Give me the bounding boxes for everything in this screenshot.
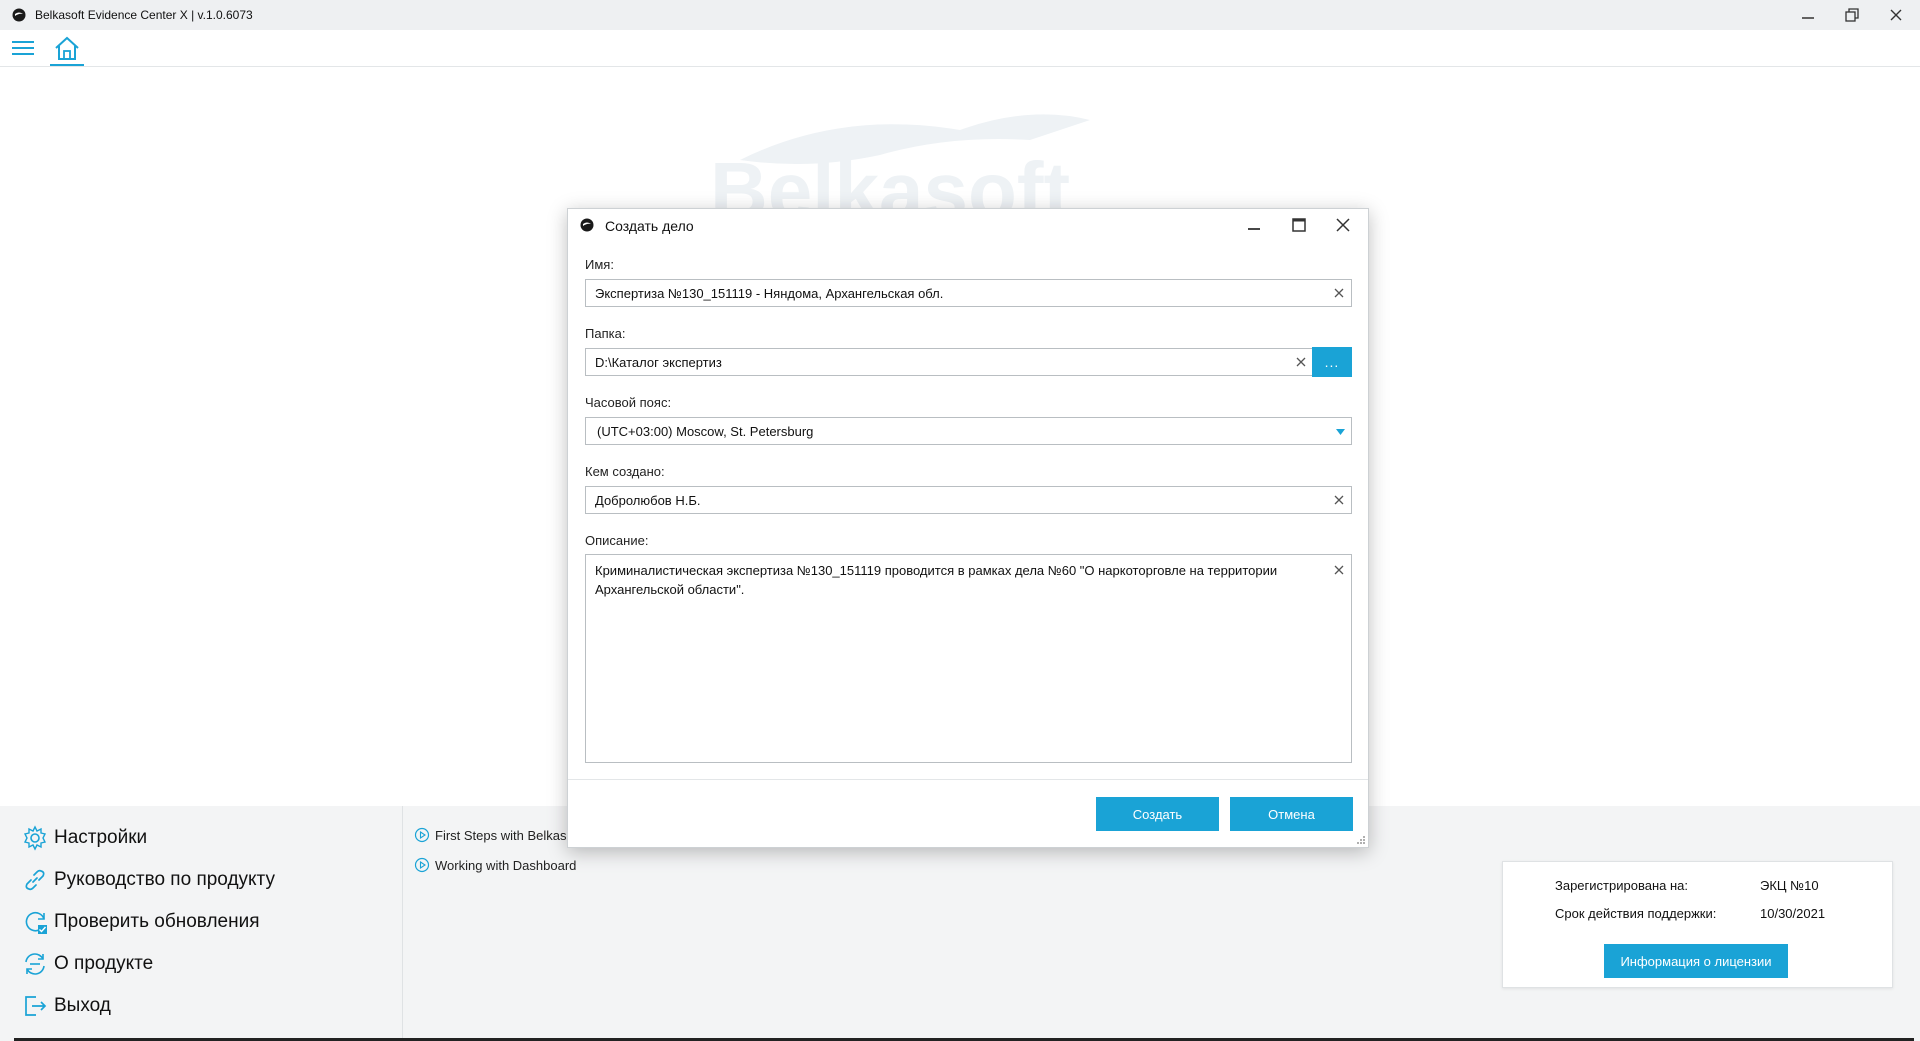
play-circle-icon (414, 827, 430, 843)
window-title: Belkasoft Evidence Center X | v.1.0.6073 (35, 8, 253, 22)
guide-item-label: Working with Dashboard (435, 857, 577, 873)
menu-item-exit[interactable]: Выход (22, 990, 111, 1022)
minimize-icon (1248, 228, 1260, 230)
chevron-down-icon (1336, 429, 1345, 435)
guides-list: First Steps with Belkasoft Working with … (414, 820, 581, 880)
belkasoft-logo-icon (12, 8, 26, 27)
created-by-value: Добролюбов Н.Б. (595, 493, 701, 508)
close-icon (1336, 218, 1350, 232)
description-value: Криминалистическая экспертиза №130_15111… (595, 563, 1278, 597)
guide-item-label: First Steps with Belkasoft (435, 827, 581, 843)
menu-item-label: Проверить обновления (54, 911, 260, 932)
create-button[interactable]: Создать (1096, 797, 1219, 831)
support-value: 10/30/2021 (1760, 906, 1826, 921)
folder-value: D:\Каталог экспертиз (595, 355, 722, 370)
case-name-value: Экспертиза №130_151119 - Няндома, Арханг… (595, 286, 944, 301)
timezone-label: Часовой пояс: (585, 395, 672, 410)
home-tab[interactable] (50, 34, 84, 66)
menu-item-about[interactable]: О продукте (22, 948, 153, 980)
menu-item-check-updates[interactable]: Проверить обновления (22, 906, 260, 938)
name-label: Имя: (585, 257, 614, 272)
close-icon (1890, 9, 1902, 21)
created-by-label: Кем создано: (585, 464, 665, 479)
menu-item-label: Настройки (54, 827, 148, 848)
menu-item-label: Руководство по продукту (54, 869, 275, 890)
link-icon (25, 869, 45, 891)
registered-label: Зарегистрирована на: (1555, 878, 1688, 893)
hamburger-icon (12, 41, 34, 55)
clear-icon[interactable] (1294, 355, 1308, 369)
home-icon (55, 36, 79, 60)
license-info-box: Зарегистрирована на: ЭКЦ №10 Срок действ… (1502, 861, 1893, 988)
dialog-titlebar[interactable]: Создать дело (568, 209, 1368, 241)
timezone-select[interactable]: (UTC+03:00) Moscow, St. Petersburg (585, 417, 1352, 445)
created-by-field[interactable]: Добролюбов Н.Б. (585, 486, 1352, 514)
resize-grip-icon[interactable] (1356, 835, 1366, 845)
dialog-footer: Создать Отмена (568, 779, 1368, 848)
registered-value: ЭКЦ №10 (1760, 878, 1819, 893)
dialog-maximize-button[interactable] (1284, 211, 1314, 239)
gear-icon (23, 825, 47, 851)
window-titlebar: Belkasoft Evidence Center X | v.1.0.6073 (0, 0, 1920, 30)
browse-folder-button[interactable]: ... (1312, 347, 1352, 377)
menu-item-label: Выход (54, 995, 111, 1016)
main-toolbar (0, 30, 1920, 67)
belkasoft-watermark-logo: Belkasoft (700, 100, 1220, 235)
timezone-value: (UTC+03:00) Moscow, St. Petersburg (597, 424, 814, 439)
refresh-check-icon (25, 911, 47, 934)
minimize-icon (1802, 17, 1814, 19)
restore-icon (1845, 8, 1859, 22)
play-circle-icon (414, 857, 430, 873)
dialog-title: Создать дело (605, 218, 694, 234)
belkasoft-logo-icon (580, 218, 594, 237)
restore-button[interactable] (1830, 0, 1874, 30)
exit-icon (25, 996, 47, 1016)
description-textarea[interactable]: Криминалистическая экспертиза №130_15111… (585, 554, 1352, 763)
description-label: Описание: (585, 533, 649, 548)
folder-field[interactable]: D:\Каталог экспертиз (585, 348, 1314, 376)
cancel-button[interactable]: Отмена (1230, 797, 1353, 831)
license-info-button[interactable]: Информация о лицензии (1604, 944, 1788, 978)
left-menu: Настройки Руководство по продукту Провер… (0, 806, 403, 1041)
menu-item-settings[interactable]: Настройки (22, 822, 147, 854)
clear-icon[interactable] (1332, 286, 1346, 300)
case-name-field[interactable]: Экспертиза №130_151119 - Няндома, Арханг… (585, 279, 1352, 307)
dialog-close-button[interactable] (1328, 211, 1358, 239)
browse-label: ... (1324, 354, 1340, 370)
menu-item-product-guide[interactable]: Руководство по продукту (22, 864, 275, 896)
close-button[interactable] (1874, 0, 1918, 30)
support-label: Срок действия поддержки: (1555, 906, 1717, 921)
menu-item-label: О продукте (54, 953, 154, 974)
guide-item[interactable]: First Steps with Belkasoft (414, 820, 581, 850)
maximize-icon (1292, 218, 1306, 232)
guide-item[interactable]: Working with Dashboard (414, 850, 581, 880)
folder-label: Папка: (585, 326, 626, 341)
clear-icon[interactable] (1332, 493, 1346, 507)
info-cycle-icon (25, 953, 45, 975)
hamburger-menu-button[interactable] (12, 38, 34, 58)
clear-icon[interactable] (1332, 563, 1346, 577)
dialog-minimize-button[interactable] (1239, 211, 1269, 239)
create-case-dialog: Создать дело Имя: Экспертиза №130_151119… (567, 208, 1369, 848)
minimize-button[interactable] (1786, 0, 1830, 30)
